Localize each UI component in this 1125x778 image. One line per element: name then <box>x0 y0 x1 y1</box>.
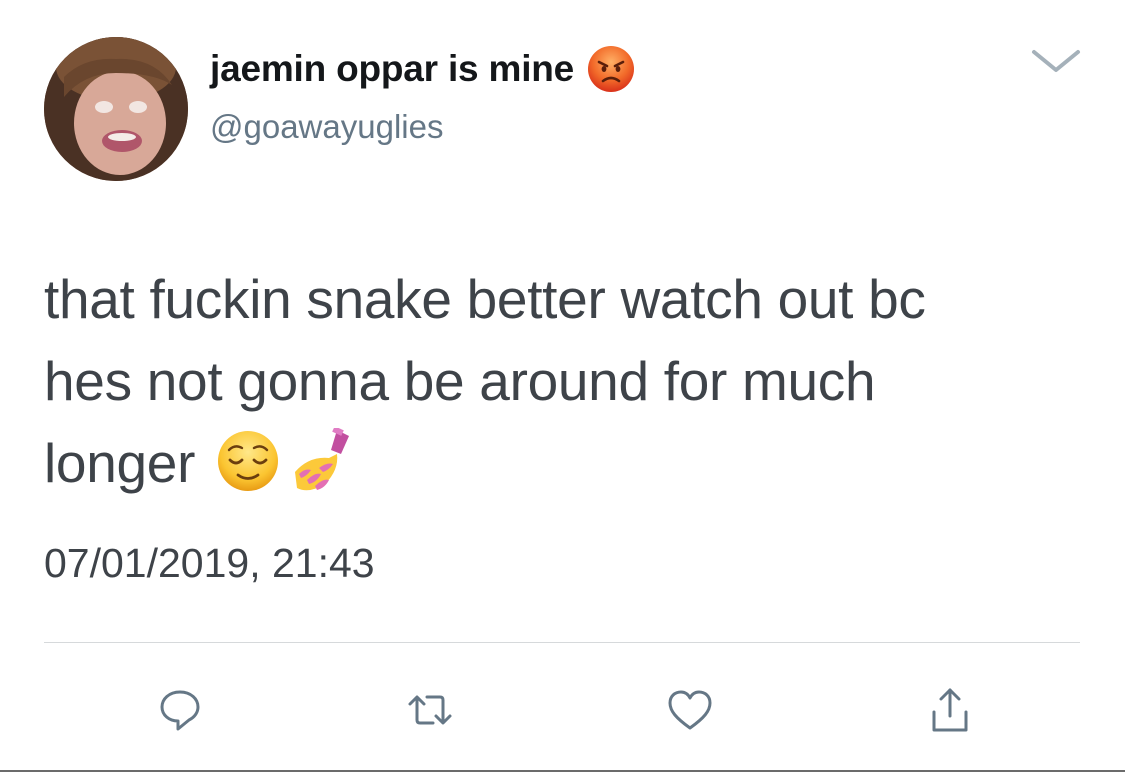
tweet-text-line: that fuckin snake better watch out bc <box>44 268 926 330</box>
tweet-text-line-3: longer <box>44 432 196 494</box>
nail-polish-emoji <box>289 426 355 494</box>
relieved-face-emoji <box>215 428 281 494</box>
retweet-button[interactable] <box>400 680 460 740</box>
display-name[interactable]: jaemin oppar is mine <box>210 48 574 90</box>
tweet-timestamp[interactable]: 07/01/2019, 21:43 <box>44 540 375 587</box>
action-bar <box>0 680 1125 740</box>
divider <box>44 642 1080 643</box>
avatar[interactable] <box>44 37 188 181</box>
like-icon <box>668 690 712 730</box>
share-button[interactable] <box>920 680 980 740</box>
user-handle[interactable]: @goawayuglies <box>210 108 443 146</box>
tweet-text-line: hes not gonna be around for much <box>44 350 876 412</box>
like-button[interactable] <box>660 680 720 740</box>
display-name-row[interactable]: jaemin oppar is mine <box>210 44 636 94</box>
tweet-text-line: longer <box>44 422 1094 504</box>
retweet-icon <box>408 695 452 725</box>
reply-icon <box>160 690 200 731</box>
chevron-down-icon[interactable] <box>1030 44 1082 76</box>
share-icon <box>932 688 968 732</box>
tweet-text: that fuckin snake better watch out bc he… <box>44 258 1094 504</box>
reply-button[interactable] <box>150 680 210 740</box>
angry-face-emoji <box>586 44 636 94</box>
bottom-border <box>0 770 1125 772</box>
